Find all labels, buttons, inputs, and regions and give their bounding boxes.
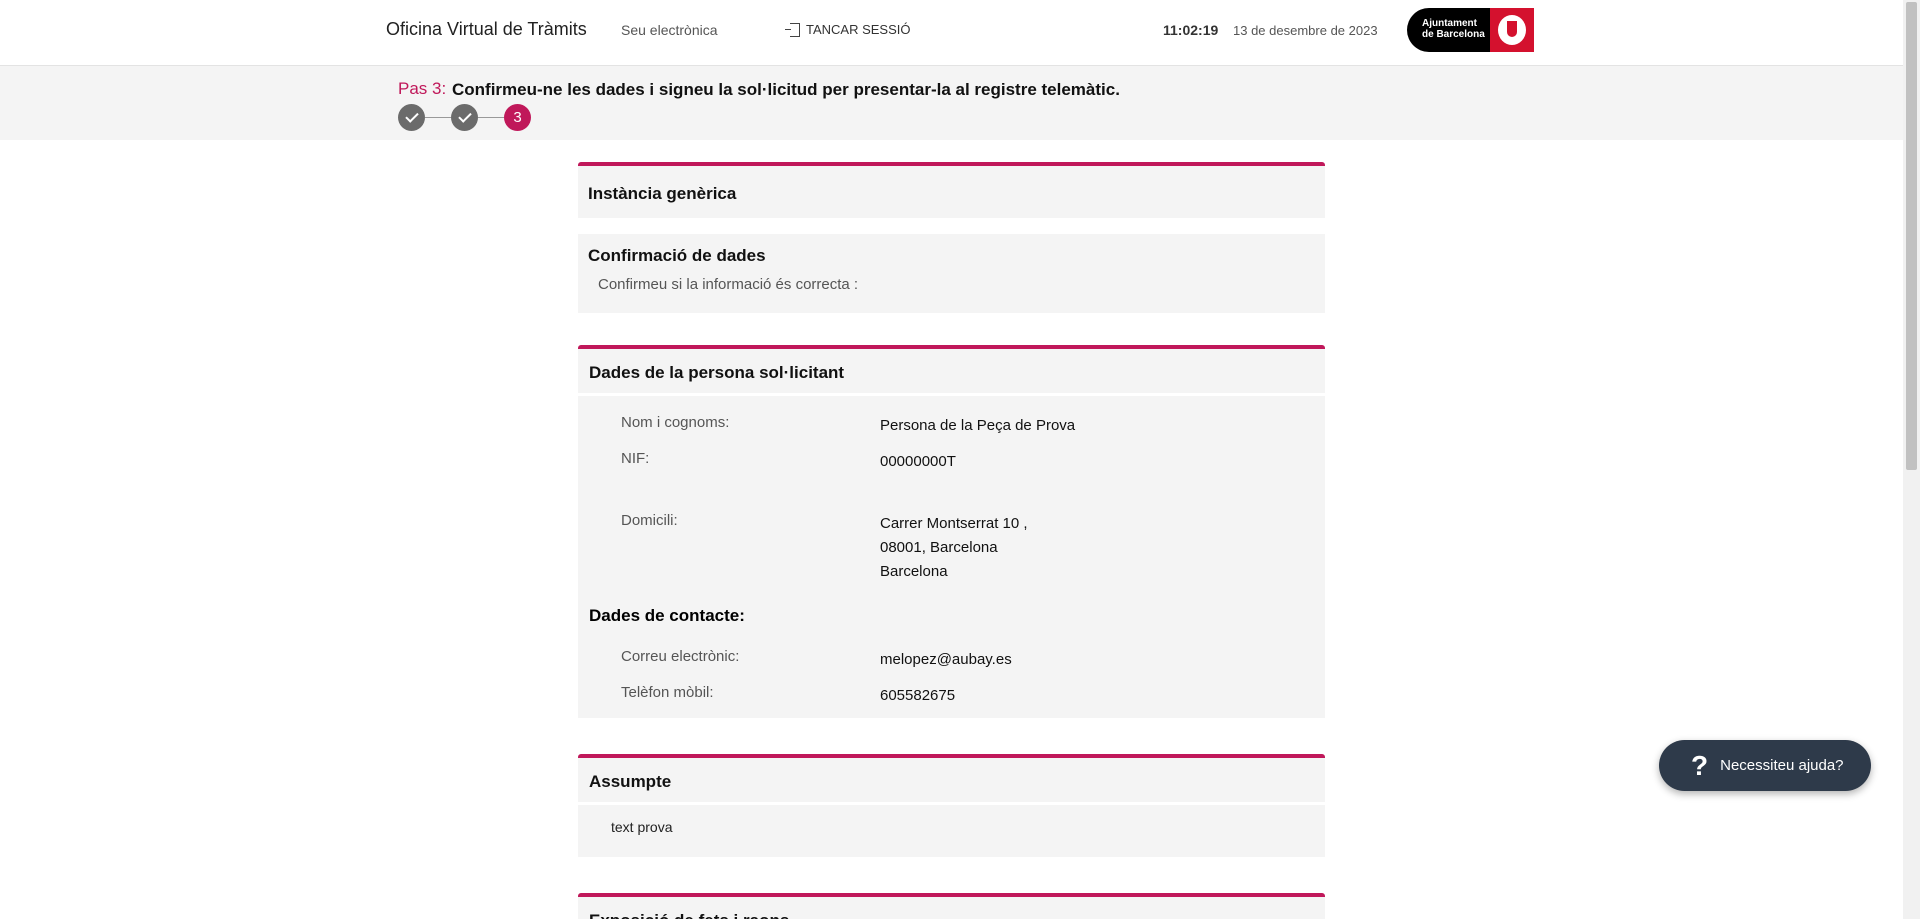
logout-button[interactable]: TANCAR SESSIÓ xyxy=(785,22,911,37)
exposicio-title: Exposició de fets i raons xyxy=(578,897,1325,919)
step-connector xyxy=(478,117,504,118)
nif-value: 00000000T xyxy=(880,453,956,470)
nif-label: NIF: xyxy=(621,450,650,467)
coat-of-arms-icon xyxy=(1490,8,1534,52)
step-prefix: Pas 3: xyxy=(398,79,447,98)
domicili-label: Domicili: xyxy=(621,512,678,529)
check-icon xyxy=(404,109,419,123)
instancia-card: Instància genèrica xyxy=(578,162,1325,218)
persona-card: Dades de la persona sol·licitant Nom i c… xyxy=(578,345,1325,718)
help-label: Necessiteu ajuda? xyxy=(1720,757,1844,774)
step-3-current: 3 xyxy=(504,104,531,131)
telefon-value: 605582675 xyxy=(880,687,956,704)
domicili-value: Carrer Montserrat 10 , 08001, Barcelona … xyxy=(880,515,1028,580)
step-2-done xyxy=(451,104,478,131)
top-header: Oficina Virtual de Tràmits Seu electròni… xyxy=(0,0,1903,66)
field-domicili: Domicili: Carrer Montserrat 10 , 08001, … xyxy=(578,506,1325,590)
main-content: Instància genèrica Confirmació de dades … xyxy=(578,162,1325,919)
field-telefon: Telèfon mòbil: 605582675 xyxy=(578,678,1325,718)
exposicio-card: Exposició de fets i raons xyxy=(578,893,1325,919)
assumpte-title: Assumpte xyxy=(578,758,1325,805)
field-correu: Correu electrònic: melopez@aubay.es xyxy=(578,642,1325,678)
confirmacio-card: Confirmació de dades Confirmeu si la inf… xyxy=(578,234,1325,313)
persona-title: Dades de la persona sol·licitant xyxy=(578,349,1325,396)
clock: 11:02:19 xyxy=(1163,22,1219,38)
check-icon xyxy=(457,109,472,123)
step-description: Confirmeu-ne les dades i signeu la sol·l… xyxy=(452,80,1120,99)
help-button[interactable]: ? Necessiteu ajuda? xyxy=(1659,740,1871,791)
confirmacio-title: Confirmació de dades xyxy=(588,246,766,265)
step-connector xyxy=(425,117,451,118)
step-progress: 3 xyxy=(398,104,531,131)
confirmacio-subtitle: Confirmeu si la informació és correcta : xyxy=(598,276,859,293)
seu-electronica-link[interactable]: Seu electrònica xyxy=(621,22,718,38)
ajuntament-logo[interactable]: Ajuntament de Barcelona xyxy=(1407,8,1534,52)
correu-value: melopez@aubay.es xyxy=(880,651,1012,668)
question-icon: ? xyxy=(1691,749,1709,781)
vertical-scrollbar[interactable] xyxy=(1903,0,1920,919)
nom-label: Nom i cognoms: xyxy=(621,414,730,431)
field-nom: Nom i cognoms: Persona de la Peça de Pro… xyxy=(578,408,1325,444)
logout-icon xyxy=(785,22,800,37)
contacte-title: Dades de contacte: xyxy=(589,606,745,625)
current-date: 13 de desembre de 2023 xyxy=(1233,23,1378,38)
instancia-title: Instància genèrica xyxy=(588,184,737,203)
telefon-label: Telèfon mòbil: xyxy=(621,684,714,701)
nom-value: Persona de la Peça de Prova xyxy=(880,417,1076,434)
assumpte-value: text prova xyxy=(611,819,673,835)
scrollbar-thumb[interactable] xyxy=(1906,2,1917,470)
logo-text: Ajuntament de Barcelona xyxy=(1422,18,1485,40)
step-1-done xyxy=(398,104,425,131)
field-nif: NIF: 00000000T xyxy=(578,444,1325,480)
correu-label: Correu electrònic: xyxy=(621,648,740,665)
app-title[interactable]: Oficina Virtual de Tràmits xyxy=(386,19,587,40)
step-bar: Pas 3: Confirmeu-ne les dades i signeu l… xyxy=(0,66,1903,140)
logout-label: TANCAR SESSIÓ xyxy=(806,22,911,37)
assumpte-card: Assumpte text prova xyxy=(578,754,1325,857)
